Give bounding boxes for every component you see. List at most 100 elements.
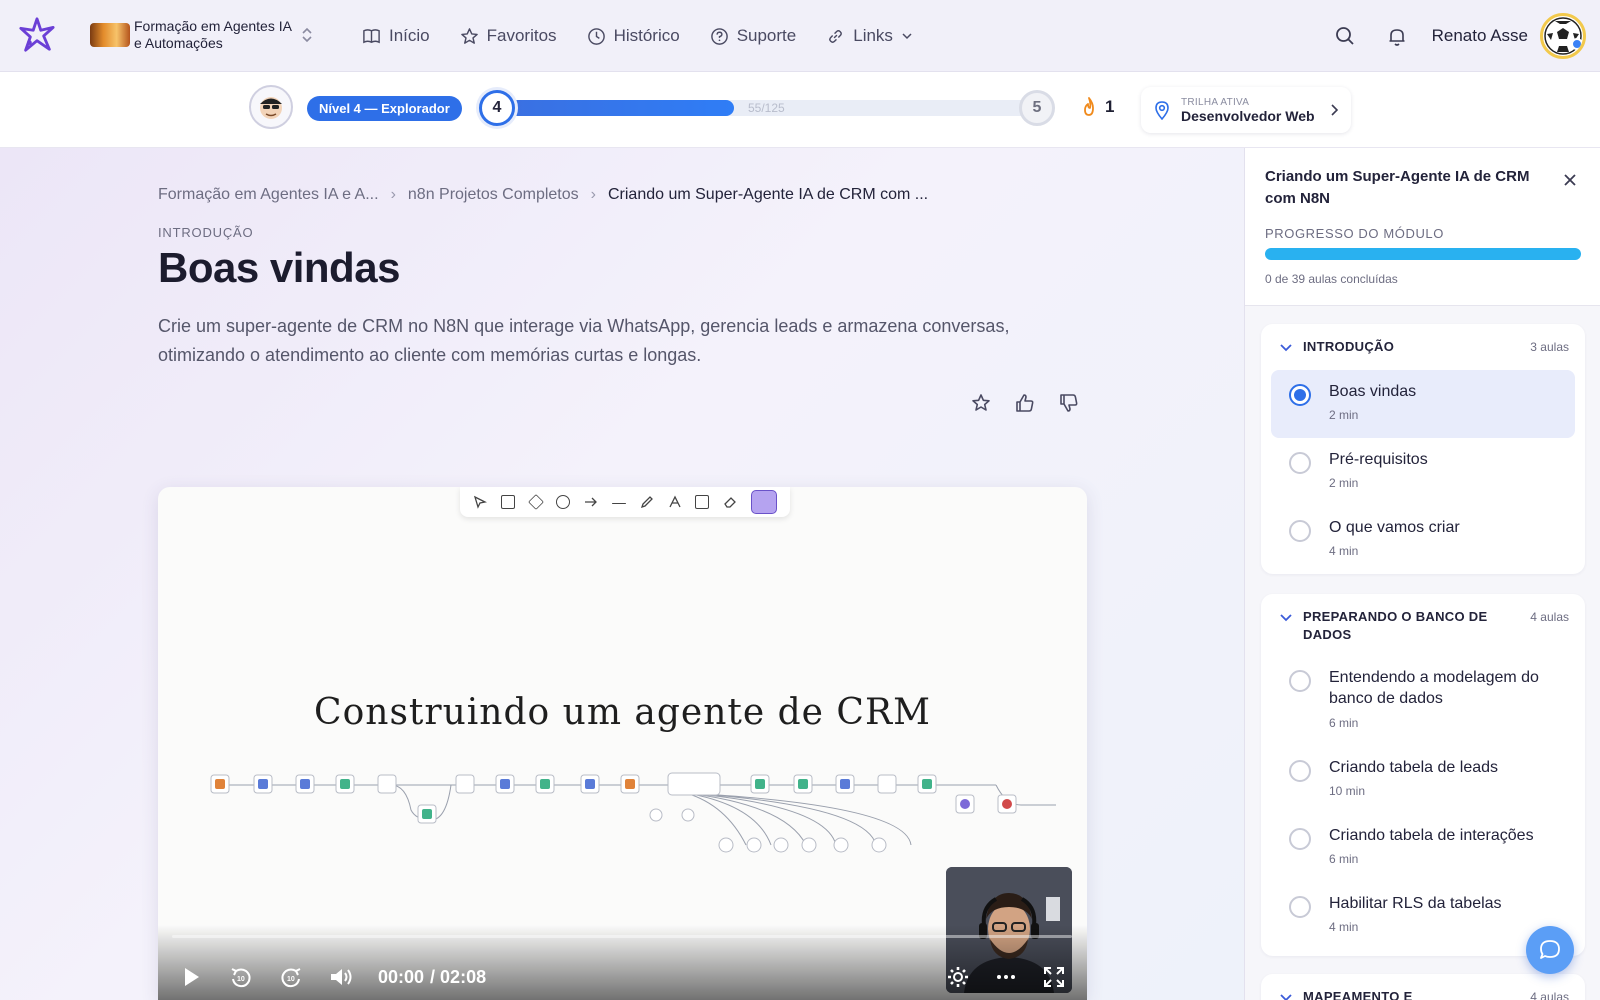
eraser-tool-icon [724,497,737,508]
search-icon[interactable] [1334,25,1356,47]
fullscreen-icon[interactable] [1041,964,1067,990]
help-circle-icon [710,27,728,45]
course-name: Formação em Agentes IA e Automações [134,18,292,51]
lesson-status-radio [1289,452,1311,474]
lesson-name: Criando tabela de leads [1329,759,1499,776]
diamond-tool-icon [527,494,544,510]
video-duration: / 02:08 [430,966,487,987]
section-title: MAPEAMENTO E [1303,989,1413,1000]
soccer-ball-icon [1544,17,1582,55]
whiteboard-toolbar [460,487,790,517]
user-name[interactable]: Renato Asse [1432,26,1528,46]
video-slide-heading: Construindo um agente de CRM [314,692,931,733]
text-tool-icon [669,495,681,508]
nav-label: Suporte [736,26,797,45]
bell-icon[interactable] [1386,25,1408,47]
thumbs-down-icon[interactable] [1058,392,1080,414]
nav-label: Histórico [613,26,680,45]
video-controls: 10 10 00:00 / 02:08 [158,925,1087,1000]
section-mapeamento: MAPEAMENTO E 4 aulas [1261,974,1585,1000]
nav-links[interactable]: Links [826,26,913,46]
play-icon[interactable] [178,964,204,990]
flame-icon [1084,97,1094,116]
avatar[interactable] [1540,13,1586,59]
course-thumbnail [90,23,130,47]
forward-10-icon[interactable]: 10 [278,964,304,990]
lesson-actions [970,392,1080,414]
rewind-10-icon[interactable]: 10 [228,964,254,990]
trail-label: TRILHA ATIVA [1181,96,1250,108]
page-title: Boas vindas [158,244,400,291]
breadcrumb-track[interactable]: n8n Projetos Completos [408,186,579,204]
lesson-description: Crie um super-agente de CRM no N8N que i… [158,316,1010,365]
section-eyebrow: INTRODUÇÃO [158,225,254,240]
lesson-item[interactable]: Criando tabela de interações 6 min [1271,814,1575,882]
chat-bubble-icon [1540,940,1560,959]
lesson-item[interactable]: Pré-requisitos 2 min [1271,438,1575,506]
section-count: 4 aulas [1530,990,1569,1000]
top-navigation-bar: Formação em Agentes IA e Automações Iníc… [0,0,1600,72]
close-icon[interactable] [1562,172,1578,188]
section-header[interactable]: INTRODUÇÃO 3 aulas [1261,324,1585,356]
lesson-status-radio [1289,670,1311,692]
settings-gear-icon[interactable] [945,964,971,990]
nav-inicio[interactable]: Início [362,26,430,46]
section-header[interactable]: PREPARANDO O BANCO DE DADOS 4 aulas [1261,594,1585,644]
lesson-status-radio [1289,828,1311,850]
chevron-down-icon [1280,344,1292,352]
active-trail-card[interactable]: TRILHA ATIVA Desenvolvedor Web [1141,87,1351,133]
lesson-name: Pré-requisitos [1329,451,1428,468]
module-progress-count: 0 de 39 aulas concluídas [1265,272,1398,286]
section-title: INTRODUÇÃO [1303,339,1395,354]
breadcrumb-current: Criando um Super-Agente IA de CRM com ..… [607,186,929,203]
lesson-content: Formação em Agentes IA e A... › n8n Proj… [0,148,1244,1000]
next-level-circle: 5 [1019,90,1055,126]
section-title: PREPARANDO O BANCO DE DADOS [1303,609,1488,642]
lesson-duration: 2 min [1329,408,1359,422]
lesson-item[interactable]: Boas vindas 2 min [1271,370,1575,438]
volume-icon[interactable] [328,964,354,990]
module-progress-label: PROGRESSO DO MÓDULO [1265,226,1444,241]
lesson-duration: 4 min [1329,920,1359,934]
svg-text:10: 10 [287,976,295,983]
course-switcher[interactable]: Formação em Agentes IA e Automações [90,18,314,52]
favorite-star-icon[interactable] [970,392,992,414]
profile-avatar[interactable] [249,85,293,129]
thumbs-up-icon[interactable] [1014,392,1036,414]
chevron-down-icon [902,33,912,40]
module-sidebar: Criando um Super-Agente IA de CRM com N8… [1244,148,1600,1000]
link-icon [829,29,843,43]
lesson-name: Entendendo a modelagem do banco de dados [1329,669,1539,707]
lesson-item[interactable]: O que vamos criar 4 min [1271,506,1575,574]
pointer-tool-icon [473,495,487,509]
image-tool-icon [695,495,710,509]
lesson-status-radio [1289,520,1311,542]
section-preparando-banco: PREPARANDO O BANCO DE DADOS 4 aulas Ente… [1261,594,1585,956]
section-header[interactable]: MAPEAMENTO E 4 aulas [1261,974,1585,1000]
ellipse-tool-icon [556,495,571,509]
lesson-name: Boas vindas [1329,383,1417,400]
star-icon [460,27,478,44]
nav-suporte[interactable]: Suporte [710,26,797,46]
video-scrubber[interactable] [172,935,1072,938]
map-pin-icon [1155,101,1169,120]
nav-favoritos[interactable]: Favoritos [460,26,557,46]
video-player[interactable]: Construindo um agente de CRM 10 10 00:00… [158,487,1087,1000]
nav-historico[interactable]: Histórico [587,26,680,46]
more-options-icon[interactable] [993,964,1019,990]
lesson-status-radio [1289,384,1311,406]
chat-support-button[interactable] [1526,926,1574,974]
lesson-item[interactable]: Criando tabela de leads 10 min [1271,746,1575,814]
arrow-tool-icon [585,497,598,507]
lesson-duration: 10 min [1329,784,1366,798]
app-logo-icon[interactable] [18,16,56,54]
online-status-dot [1571,38,1583,50]
lesson-duration: 6 min [1329,852,1359,866]
breadcrumb: Formação em Agentes IA e A... › n8n Proj… [158,186,928,204]
video-controls-left: 10 10 00:00 / 02:08 [178,964,486,990]
level-badge: Nível 4 — Explorador [307,96,462,121]
breadcrumb-course[interactable]: Formação em Agentes IA e A... [158,186,379,204]
module-progress-bar [1265,248,1581,260]
chevron-up-down-icon [302,27,312,43]
lesson-item[interactable]: Entendendo a modelagem do banco de dados… [1271,656,1575,746]
